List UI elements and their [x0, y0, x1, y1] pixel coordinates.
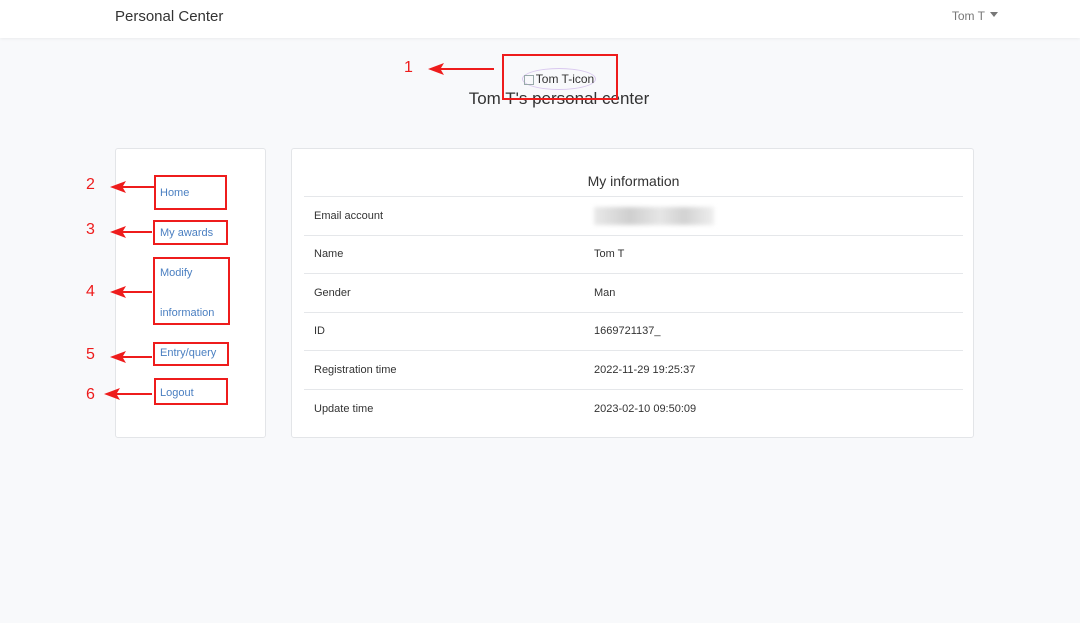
annotation-arrow-4-icon [110, 286, 152, 298]
annotation-arrow-3-icon [110, 226, 152, 238]
row-label: Email account [314, 209, 384, 222]
sidebar-item-logout[interactable]: Logout [160, 373, 194, 413]
annotation-number-2: 2 [86, 176, 95, 193]
row-value: Tom T [594, 248, 625, 261]
annotation-arrow-1-icon [428, 63, 494, 75]
row-value: 1669721137_ [594, 325, 661, 338]
annotation-number-1: 1 [404, 59, 413, 76]
broken-image-icon [523, 75, 534, 85]
top-navbar: Personal Center Tom T [0, 0, 1080, 38]
annotation-number-4: 4 [86, 283, 95, 300]
row-label: Registration time [314, 363, 397, 376]
info-table: Email account Name Tom T Gender Man ID 1… [304, 196, 963, 428]
table-row: Registration time 2022-11-29 19:25:37 [304, 350, 963, 390]
brand-title[interactable]: Personal Center [115, 8, 223, 25]
user-name: Tom T [951, 9, 985, 23]
sidebar-item-home[interactable]: Home [160, 173, 189, 213]
annotation-arrow-6-icon [104, 388, 152, 400]
row-label: Name [314, 248, 344, 261]
table-row: ID 1669721137_ [304, 312, 963, 351]
annotation-number-5: 5 [86, 346, 95, 363]
table-row: Gender Man [304, 273, 963, 313]
annotation-number-3: 3 [86, 221, 95, 238]
row-label: ID [314, 325, 325, 338]
avatar: Tom T-icon [522, 68, 596, 90]
table-row: Email account [304, 196, 963, 236]
sidebar-item-entry-query[interactable]: Entry/query [160, 333, 216, 373]
row-value: 2023-02-10 09:50:09 [594, 402, 697, 415]
page-title: Tom T's personal center [468, 89, 650, 108]
row-value: Man [594, 286, 616, 299]
user-dropdown[interactable]: Tom T [952, 9, 998, 23]
avatar-alt-text: Tom T-icon [535, 72, 595, 86]
annotation-arrow-5-icon [110, 351, 152, 363]
panel-title: My information [587, 173, 680, 189]
row-label: Update time [314, 402, 374, 415]
my-information-panel: My information Email account Name Tom T … [291, 148, 974, 438]
redacted-email [594, 206, 714, 225]
row-value: 2022-11-29 19:25:37 [594, 363, 696, 376]
annotation-number-6: 6 [86, 386, 95, 403]
table-row: Update time 2023-02-10 09:50:09 [304, 389, 963, 428]
caret-down-icon [990, 12, 998, 18]
row-label: Gender [314, 286, 351, 299]
table-row: Name Tom T [304, 235, 963, 274]
sidebar-item-my-awards[interactable]: My awards [160, 213, 213, 253]
sidebar-item-modify-information-line2[interactable]: information [160, 293, 214, 333]
email-value [594, 197, 963, 236]
annotation-arrow-2-icon [110, 181, 154, 193]
sidebar-item-modify-information-line1[interactable]: Modify [160, 253, 192, 293]
